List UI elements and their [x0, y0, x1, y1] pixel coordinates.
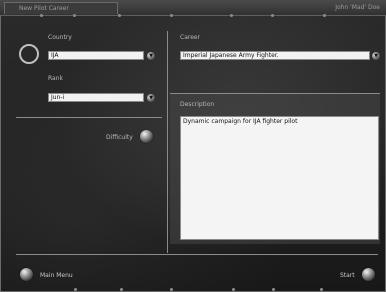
- frame-left-border: [0, 16, 1, 292]
- rivet: [323, 14, 326, 17]
- rivet: [170, 14, 173, 17]
- rivet: [230, 14, 233, 17]
- rivet: [118, 14, 121, 17]
- country-emblem-placeholder: [19, 44, 39, 64]
- difficulty-label: Difficulty: [106, 134, 133, 141]
- footer-divider: [16, 254, 378, 255]
- career-select[interactable]: Imperial Japanese Army Fighter.: [180, 51, 370, 60]
- country-label: Country: [48, 34, 72, 41]
- chevron-down-icon: ▼: [149, 95, 153, 101]
- window-tab-title: New Pilot Career: [4, 2, 118, 14]
- main-menu-label[interactable]: Main Menu: [40, 272, 73, 279]
- rivet: [271, 14, 274, 17]
- rivet: [272, 288, 275, 291]
- rivet: [170, 288, 173, 291]
- start-button[interactable]: [362, 268, 375, 281]
- career-dropdown-button[interactable]: ▼: [372, 52, 380, 60]
- column-divider: [167, 31, 168, 253]
- country-dropdown-button[interactable]: ▼: [147, 52, 155, 60]
- career-label: Career: [180, 34, 201, 41]
- left-divider: [16, 117, 162, 118]
- rank-select[interactable]: Jun-i: [48, 93, 144, 102]
- title-bar: New Pilot Career John 'Mad' Doe: [0, 0, 386, 16]
- rank-dropdown-button[interactable]: ▼: [147, 94, 155, 102]
- description-label: Description: [180, 101, 215, 108]
- difficulty-button[interactable]: [140, 130, 153, 143]
- rivet: [73, 14, 76, 17]
- pilot-name: John 'Mad' Doe: [335, 4, 380, 11]
- description-text: Dynamic campaign for IJA fighter pilot: [180, 116, 379, 240]
- chevron-down-icon: ▼: [374, 53, 378, 59]
- rivet: [40, 14, 43, 17]
- chevron-down-icon: ▼: [149, 53, 153, 59]
- rank-label: Rank: [48, 75, 63, 82]
- main-menu-button[interactable]: [20, 268, 33, 281]
- country-select[interactable]: IJA: [48, 51, 144, 60]
- rivet: [120, 288, 123, 291]
- rivet: [320, 288, 323, 291]
- rivet: [74, 288, 77, 291]
- start-label[interactable]: Start: [340, 272, 355, 279]
- rivet: [232, 288, 235, 291]
